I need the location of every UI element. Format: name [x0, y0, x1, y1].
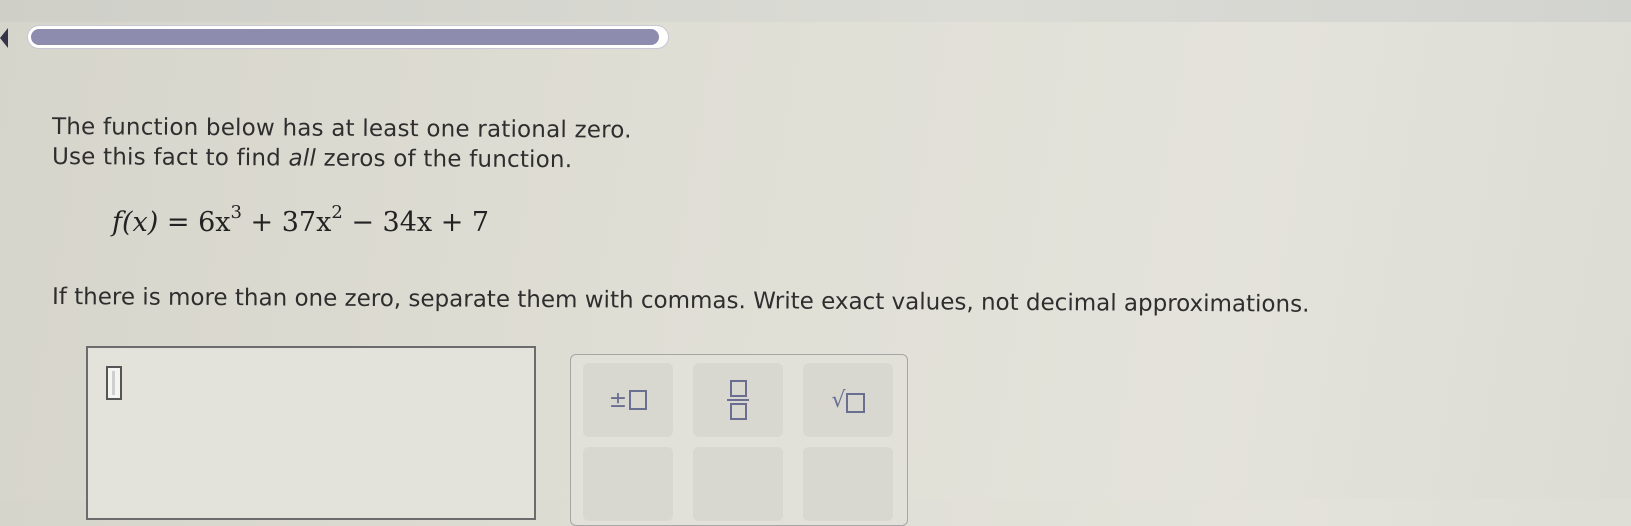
- formula-term-1: 6x: [198, 207, 231, 238]
- square-root-icon: √: [831, 388, 865, 413]
- formula-term-3: − 34x + 7: [342, 207, 490, 238]
- palette-button-5[interactable]: [693, 447, 783, 521]
- question-line-2-before: Use this fact to find: [51, 144, 289, 172]
- function-formula: f(x) = 6x3 + 37x2 − 34x + 7: [112, 202, 490, 238]
- square-root-button[interactable]: √: [803, 363, 893, 437]
- answer-input[interactable]: [86, 346, 536, 520]
- fraction-button[interactable]: [693, 363, 783, 437]
- plus-minus-button[interactable]: ±: [583, 363, 673, 437]
- back-arrow-icon[interactable]: [0, 28, 8, 48]
- text-cursor-icon: [106, 366, 122, 400]
- palette-button-6[interactable]: [803, 447, 893, 521]
- formula-exp-2: 2: [331, 202, 343, 223]
- palette-button-4[interactable]: [583, 447, 673, 521]
- formula-exp-1: 3: [230, 202, 242, 223]
- question-line-1: The function below has at least one rati…: [51, 114, 632, 144]
- progress-fill: [31, 29, 659, 45]
- top-strip: [0, 0, 1631, 22]
- plus-minus-icon: ±: [609, 388, 648, 413]
- fraction-icon: [727, 380, 749, 420]
- math-palette: ± √: [570, 354, 908, 526]
- formula-lhs: f(x) =: [112, 207, 199, 238]
- question-line-2-emphasis: all: [288, 145, 317, 172]
- question-line-2-after: zeros of the function.: [315, 145, 573, 174]
- instructions: If there is more than one zero, separate…: [51, 284, 1310, 318]
- progress-bar: [28, 26, 668, 48]
- question-line-2: Use this fact to find all zeros of the f…: [52, 144, 572, 173]
- formula-term-2: + 37x: [241, 207, 332, 238]
